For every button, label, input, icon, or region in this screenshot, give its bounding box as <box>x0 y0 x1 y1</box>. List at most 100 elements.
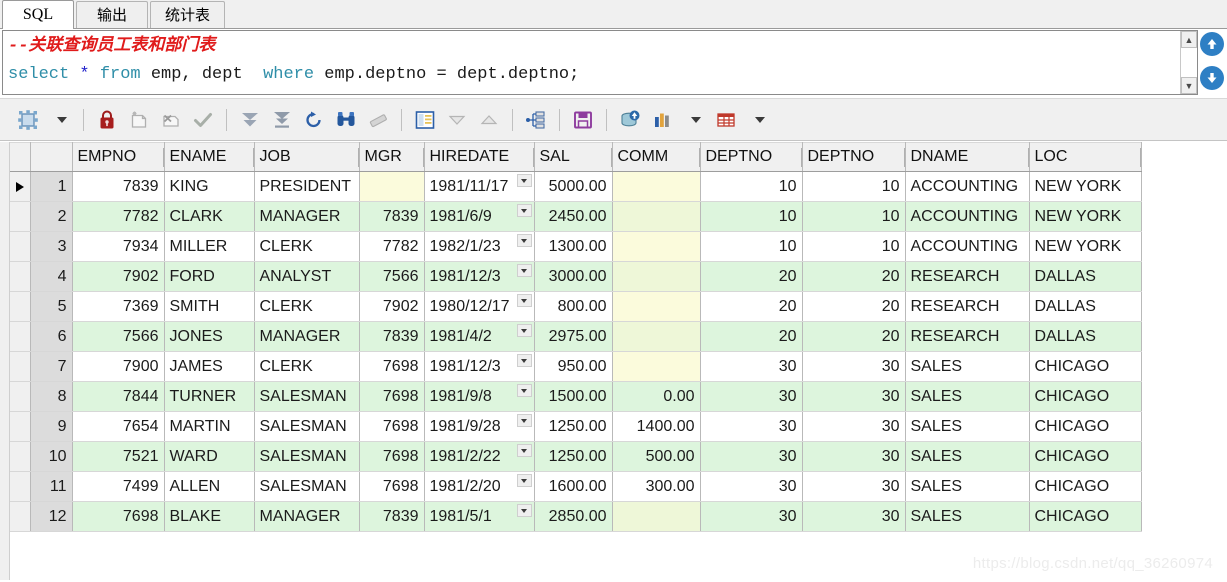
cell-loc[interactable]: CHICAGO <box>1029 471 1142 502</box>
tab-sql[interactable]: SQL <box>2 0 74 29</box>
cell-hire[interactable]: 1981/9/28 <box>424 411 535 442</box>
cell-comm[interactable] <box>612 351 701 382</box>
column-header-deptno-dept[interactable]: DEPTNO <box>802 142 906 172</box>
date-picker-dropdown-button[interactable] <box>516 324 532 337</box>
cell-dept1[interactable]: 20 <box>700 261 803 292</box>
cell-dept1[interactable]: 30 <box>700 381 803 412</box>
cell-comm[interactable] <box>612 231 701 262</box>
cell-mgr[interactable]: 7698 <box>359 381 425 412</box>
column-header-comm[interactable]: COMM <box>612 142 701 172</box>
date-picker-dropdown-button[interactable] <box>516 174 532 187</box>
cell-dname[interactable]: SALES <box>905 471 1030 502</box>
row-indicator-cell[interactable] <box>10 381 31 412</box>
cell-sal[interactable]: 800.00 <box>534 291 613 322</box>
table-row[interactable]: 11 7499 ALLEN SALESMAN 7698 1981/2/20 1600.00 3… <box>10 471 1142 502</box>
grid-view-button[interactable] <box>15 105 41 135</box>
cell-ename[interactable]: CLARK <box>164 201 255 232</box>
cell-job[interactable]: PRESIDENT <box>254 171 360 202</box>
scroll-to-top-button[interactable] <box>1200 32 1224 56</box>
sql-editor[interactable]: --关联查询员工表和部门表 select * from emp, dept wh… <box>3 31 1180 94</box>
row-number-cell[interactable]: 1 <box>30 171 73 202</box>
cell-loc[interactable]: CHICAGO <box>1029 501 1142 532</box>
cell-empno[interactable]: 7499 <box>72 471 165 502</box>
cell-loc[interactable]: DALLAS <box>1029 291 1142 322</box>
date-picker-dropdown-button[interactable] <box>516 384 532 397</box>
cell-hire[interactable]: 1981/5/1 <box>424 501 535 532</box>
cell-dname[interactable]: SALES <box>905 441 1030 472</box>
clear-filter-button[interactable] <box>365 105 391 135</box>
cell-loc[interactable]: NEW YORK <box>1029 171 1142 202</box>
cell-empno[interactable]: 7839 <box>72 171 165 202</box>
single-record-view-button[interactable] <box>412 105 438 135</box>
cell-ename[interactable]: SMITH <box>164 291 255 322</box>
cell-comm[interactable] <box>612 501 701 532</box>
cell-loc[interactable]: NEW YORK <box>1029 201 1142 232</box>
cell-dept1[interactable]: 30 <box>700 501 803 532</box>
cell-loc[interactable]: NEW YORK <box>1029 231 1142 262</box>
cell-comm[interactable] <box>612 201 701 232</box>
cell-comm[interactable] <box>612 321 701 352</box>
cell-ename[interactable]: WARD <box>164 441 255 472</box>
cell-dept2[interactable]: 30 <box>802 501 906 532</box>
cell-dept1[interactable]: 30 <box>700 441 803 472</box>
cell-mgr[interactable]: 7698 <box>359 441 425 472</box>
column-header-sal[interactable]: SAL <box>534 142 613 172</box>
post-changes-button[interactable] <box>190 105 216 135</box>
grid-view-dropdown[interactable] <box>47 105 73 135</box>
fetch-last-page-button[interactable] <box>269 105 295 135</box>
column-header-mgr[interactable]: MGR <box>359 142 425 172</box>
date-picker-dropdown-button[interactable] <box>516 264 532 277</box>
cell-mgr[interactable]: 7698 <box>359 411 425 442</box>
column-header-loc[interactable]: LOC <box>1029 142 1142 172</box>
scroll-down-arrow-icon[interactable]: ▼ <box>1181 77 1197 94</box>
row-indicator-cell[interactable] <box>10 501 31 532</box>
scroll-up-arrow-icon[interactable]: ▲ <box>1181 31 1197 48</box>
column-header-deptno-emp[interactable]: DEPTNO <box>700 142 803 172</box>
cell-ename[interactable]: FORD <box>164 261 255 292</box>
cell-comm[interactable]: 500.00 <box>612 441 701 472</box>
cell-dept1[interactable]: 10 <box>700 171 803 202</box>
cell-dept1[interactable]: 10 <box>700 201 803 232</box>
cell-hire[interactable]: 1981/6/9 <box>424 201 535 232</box>
cell-empno[interactable]: 7934 <box>72 231 165 262</box>
row-indicator-cell[interactable] <box>10 411 31 442</box>
cell-comm[interactable]: 300.00 <box>612 471 701 502</box>
date-picker-dropdown-button[interactable] <box>516 294 532 307</box>
cell-dept2[interactable]: 10 <box>802 201 906 232</box>
cell-dname[interactable]: SALES <box>905 501 1030 532</box>
editor-vertical-scrollbar[interactable]: ▲ ▼ <box>1180 31 1197 94</box>
cell-dept1[interactable]: 30 <box>700 351 803 382</box>
cell-job[interactable]: MANAGER <box>254 201 360 232</box>
cell-dname[interactable]: ACCOUNTING <box>905 201 1030 232</box>
tab-statistics[interactable]: 统计表 <box>150 1 226 28</box>
cell-dname[interactable]: RESEARCH <box>905 261 1030 292</box>
cell-mgr[interactable]: 7698 <box>359 471 425 502</box>
cell-sal[interactable]: 3000.00 <box>534 261 613 292</box>
column-header-hiredate[interactable]: HIREDATE <box>424 142 535 172</box>
cell-sal[interactable]: 5000.00 <box>534 171 613 202</box>
insert-record-button[interactable] <box>126 105 152 135</box>
cell-dname[interactable]: SALES <box>905 351 1030 382</box>
cell-hire[interactable]: 1981/2/20 <box>424 471 535 502</box>
row-indicator-cell[interactable] <box>10 351 31 382</box>
cell-dept1[interactable]: 30 <box>700 411 803 442</box>
cell-ename[interactable]: KING <box>164 171 255 202</box>
date-picker-dropdown-button[interactable] <box>516 474 532 487</box>
chart-dropdown[interactable] <box>681 105 707 135</box>
cell-sal[interactable]: 2975.00 <box>534 321 613 352</box>
save-button[interactable] <box>570 105 596 135</box>
cell-dname[interactable]: SALES <box>905 381 1030 412</box>
cell-ename[interactable]: JAMES <box>164 351 255 382</box>
cell-hire[interactable]: 1981/11/17 <box>424 171 535 202</box>
column-resize-handle[interactable] <box>1139 148 1140 167</box>
row-indicator-cell[interactable] <box>10 441 31 472</box>
row-indicator-cell[interactable] <box>10 321 31 352</box>
tab-output[interactable]: 输出 <box>76 1 148 28</box>
cell-dname[interactable]: SALES <box>905 411 1030 442</box>
cell-mgr[interactable]: 7566 <box>359 261 425 292</box>
cell-mgr[interactable]: 7839 <box>359 321 425 352</box>
chart-button[interactable] <box>649 105 675 135</box>
cell-sal[interactable]: 2850.00 <box>534 501 613 532</box>
previous-record-button[interactable] <box>444 105 470 135</box>
cell-loc[interactable]: DALLAS <box>1029 321 1142 352</box>
